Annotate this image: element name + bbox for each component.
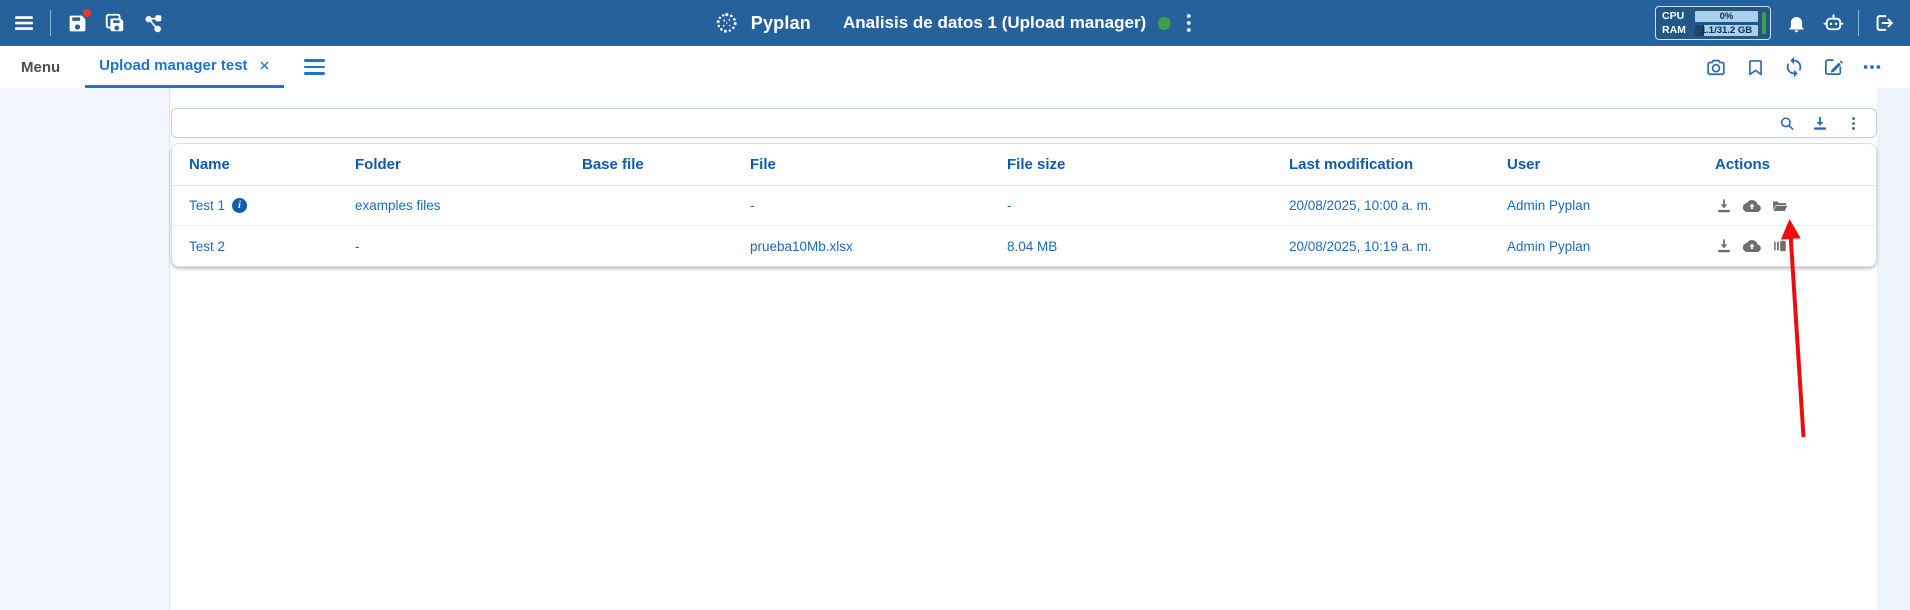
- columns-view-icon[interactable]: [1771, 237, 1789, 255]
- column-header-base-file[interactable]: Base file: [565, 156, 733, 173]
- grid-toolbar: [171, 108, 1877, 138]
- table-row[interactable]: Test 2 - prueba10Mb.xlsx 8.04 MB 20/08/2…: [172, 226, 1876, 266]
- cell-actions: [1698, 197, 1876, 215]
- cell-folder: -: [338, 239, 565, 254]
- cpu-usage-bar: 0%: [1695, 11, 1758, 22]
- edit-icon[interactable]: [1822, 56, 1844, 78]
- more-horizontal-icon[interactable]: [1861, 56, 1883, 78]
- assistant-bot-icon[interactable]: [1821, 11, 1845, 35]
- cpu-usage-row: CPU 0%: [1662, 10, 1758, 22]
- view-toolbar: [1705, 56, 1910, 78]
- upload-manager-table: Name Folder Base file File File size Las…: [171, 143, 1877, 267]
- cell-last-modification: 20/08/2025, 10:00 a. m.: [1272, 198, 1490, 213]
- column-header-last-modification[interactable]: Last modification: [1272, 156, 1490, 173]
- table-header-row: Name Folder Base file File File size Las…: [172, 144, 1876, 186]
- topbar-left-actions: [0, 10, 165, 36]
- cpu-usage-value: 0%: [1695, 11, 1758, 22]
- row-name-text: Test 1: [189, 198, 225, 213]
- system-resources-panel: CPU 0% RAM 1.1/31.2 GB: [1655, 6, 1771, 40]
- topbar-right-actions: CPU 0% RAM 1.1/31.2 GB: [1655, 6, 1910, 40]
- health-indicator-bar: [1762, 12, 1766, 34]
- cell-user: Admin Pyplan: [1490, 239, 1698, 254]
- topbar-divider: [50, 10, 51, 36]
- tab-bar: Menu Upload manager test: [0, 46, 1910, 88]
- column-header-name[interactable]: Name: [172, 156, 338, 173]
- tab-close-icon[interactable]: [258, 59, 272, 73]
- save-all-icon[interactable]: [103, 11, 127, 35]
- ram-usage-bar: 1.1/31.2 GB: [1695, 25, 1758, 36]
- notifications-bell-icon[interactable]: [1784, 11, 1808, 35]
- main-pane: Name Folder Base file File File size Las…: [170, 88, 1877, 610]
- cloud-upload-icon[interactable]: [1743, 197, 1761, 215]
- ram-usage-row: RAM 1.1/31.2 GB: [1662, 24, 1758, 36]
- title-kebab-menu-icon[interactable]: [1183, 12, 1195, 34]
- unsaved-changes-badge: [83, 9, 91, 17]
- brand-name: Pyplan: [751, 13, 811, 34]
- cell-user: Admin Pyplan: [1490, 198, 1698, 213]
- cell-last-modification: 20/08/2025, 10:19 a. m.: [1272, 239, 1490, 254]
- pyplan-logo-icon: [715, 11, 739, 35]
- column-header-user[interactable]: User: [1490, 156, 1698, 173]
- column-header-actions: Actions: [1698, 156, 1876, 173]
- table-row[interactable]: Test 1 i examples files - - 20/08/2025, …: [172, 186, 1876, 226]
- menu-nav-label[interactable]: Menu: [21, 59, 60, 76]
- download-icon[interactable]: [1715, 197, 1733, 215]
- download-icon[interactable]: [1811, 114, 1829, 132]
- topbar-title-group: Pyplan Analisis de datos 1 (Upload manag…: [715, 0, 1195, 46]
- model-status-dot: [1158, 17, 1171, 30]
- save-icon[interactable]: [65, 11, 89, 35]
- bookmark-icon[interactable]: [1744, 56, 1766, 78]
- content-area: Name Folder Base file File File size Las…: [0, 88, 1910, 610]
- cell-file-size: -: [990, 198, 1272, 213]
- left-sidebar-panel: [0, 88, 170, 610]
- ram-usage-value: 1.1/31.2 GB: [1695, 25, 1758, 36]
- open-folder-icon[interactable]: [1771, 197, 1789, 215]
- topbar-divider: [1858, 10, 1859, 36]
- search-icon[interactable]: [1778, 114, 1796, 132]
- cell-file: -: [733, 198, 990, 213]
- info-icon[interactable]: i: [232, 198, 247, 213]
- page-title: Analisis de datos 1 (Upload manager): [843, 13, 1146, 33]
- refresh-icon[interactable]: [1783, 56, 1805, 78]
- cpu-label: CPU: [1662, 10, 1690, 22]
- ram-label: RAM: [1662, 24, 1690, 36]
- cell-name: Test 2: [172, 239, 338, 254]
- share-nodes-icon[interactable]: [141, 11, 165, 35]
- top-app-bar: Pyplan Analisis de datos 1 (Upload manag…: [0, 0, 1910, 46]
- logout-icon[interactable]: [1872, 11, 1896, 35]
- kebab-menu-icon[interactable]: [1844, 114, 1862, 132]
- tab-label: Upload manager test: [99, 57, 247, 74]
- tab-list-icon[interactable]: [300, 55, 329, 79]
- download-icon[interactable]: [1715, 237, 1733, 255]
- column-header-file[interactable]: File: [733, 156, 990, 173]
- cell-file-size: 8.04 MB: [990, 239, 1272, 254]
- cloud-upload-icon[interactable]: [1743, 237, 1761, 255]
- tab-upload-manager-test[interactable]: Upload manager test: [85, 46, 283, 88]
- cell-name: Test 1 i: [172, 198, 338, 213]
- screenshot-camera-icon[interactable]: [1705, 56, 1727, 78]
- right-gutter-panel: [1877, 88, 1910, 610]
- column-header-file-size[interactable]: File size: [990, 156, 1272, 173]
- cell-actions: [1698, 237, 1876, 255]
- cell-folder: examples files: [338, 198, 565, 213]
- menu-icon[interactable]: [12, 11, 36, 35]
- column-header-folder[interactable]: Folder: [338, 156, 565, 173]
- cell-file: prueba10Mb.xlsx: [733, 239, 990, 254]
- row-name-text: Test 2: [189, 239, 225, 254]
